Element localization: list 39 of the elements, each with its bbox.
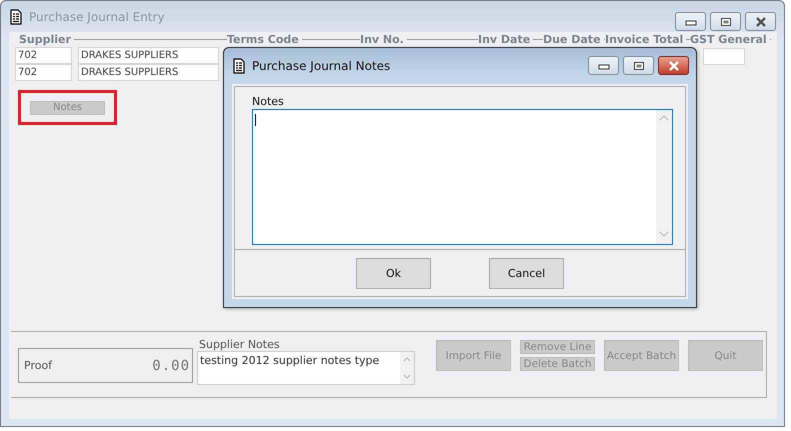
document-icon bbox=[10, 8, 22, 24]
column-header: Inv No. bbox=[360, 33, 404, 46]
scrollbar[interactable] bbox=[656, 110, 672, 244]
maximize-button[interactable] bbox=[710, 12, 741, 31]
scrollbar[interactable] bbox=[400, 352, 414, 384]
input-field[interactable] bbox=[703, 48, 745, 65]
table-cell[interactable]: DRAKES SUPPLIERS bbox=[78, 64, 219, 81]
field-label: Supplier Notes bbox=[199, 338, 281, 351]
minimize-button[interactable] bbox=[588, 56, 619, 75]
notes-field[interactable] bbox=[252, 109, 673, 245]
dialog-title: Purchase Journal Notes bbox=[252, 59, 392, 73]
column-header: Due Date bbox=[543, 33, 601, 46]
window-title: Purchase Journal Entry bbox=[29, 10, 166, 24]
minimize-icon bbox=[684, 18, 696, 26]
close-icon bbox=[754, 16, 768, 26]
column-header: Invoice Total bbox=[605, 33, 684, 46]
table-cell[interactable]: 702 bbox=[15, 47, 72, 64]
close-icon bbox=[666, 60, 680, 70]
document-icon bbox=[233, 58, 245, 74]
proof-label: Proof bbox=[24, 359, 52, 372]
proof-value: 0.00 bbox=[152, 358, 190, 374]
close-button[interactable] bbox=[745, 12, 776, 31]
text-cursor bbox=[255, 114, 256, 126]
minimize-icon bbox=[598, 62, 610, 70]
table-cell[interactable]: 702 bbox=[15, 64, 72, 81]
maximize-icon bbox=[720, 16, 732, 26]
table-cell[interactable]: DRAKES SUPPLIERS bbox=[78, 47, 219, 64]
dialog-button[interactable]: Cancel bbox=[489, 258, 564, 288]
minimize-button[interactable] bbox=[675, 12, 706, 31]
column-header: Inv Date bbox=[478, 33, 530, 46]
column-header: GST General bbox=[690, 33, 767, 46]
notes-field[interactable]: testing 2012 supplier notes type bbox=[197, 351, 415, 385]
close-button[interactable] bbox=[658, 56, 689, 75]
field-label: Notes bbox=[252, 95, 285, 109]
maximize-icon bbox=[632, 60, 644, 70]
column-header: Terms Code bbox=[227, 33, 299, 46]
dialog-button[interactable]: Ok bbox=[356, 258, 431, 288]
maximize-button[interactable] bbox=[623, 56, 654, 75]
column-header: Supplier bbox=[19, 33, 71, 46]
